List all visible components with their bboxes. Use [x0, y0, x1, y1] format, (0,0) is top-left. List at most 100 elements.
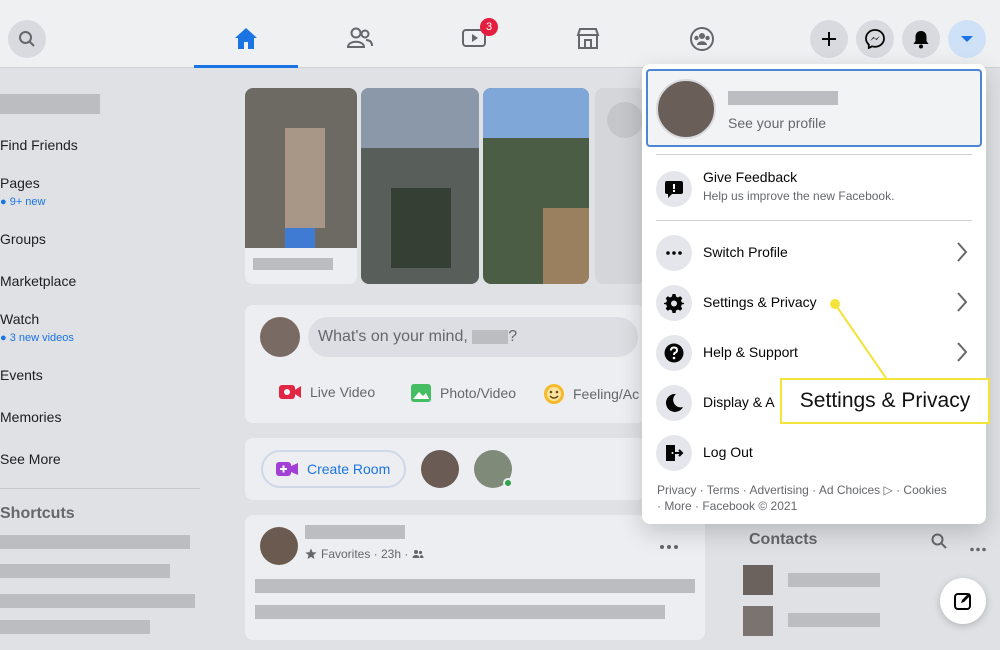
groups-icon — [690, 27, 714, 51]
log-out-label: Log Out — [703, 444, 753, 460]
sidebar-item-find-friends[interactable]: Find Friends — [0, 137, 78, 153]
tab-groups[interactable] — [650, 12, 754, 68]
shortcut-blurred[interactable] — [0, 620, 150, 634]
moon-icon — [665, 393, 683, 412]
give-feedback-item[interactable]: Give Feedback Help us improve the new Fa… — [656, 165, 972, 215]
feeling-label: Feeling/Ac — [573, 386, 640, 402]
story-image-detail — [361, 88, 479, 148]
sidebar-item-pages[interactable]: Pages — [0, 175, 40, 191]
story-name-blurred — [253, 258, 333, 270]
see-profile-label: See your profile — [728, 115, 827, 131]
contacts-heading: Contacts — [749, 531, 818, 548]
menu-footer-links[interactable]: Privacy · Terms · Advertising · Ad Choic… — [657, 482, 947, 514]
search-button[interactable] — [8, 20, 46, 58]
story-avatar — [607, 102, 643, 138]
feeling-button[interactable]: Feeling/Ac — [543, 383, 643, 405]
shortcut-blurred[interactable] — [0, 564, 170, 578]
help-icon — [664, 343, 684, 363]
composer-suffix: ? — [508, 328, 518, 345]
sidebar-item-groups[interactable]: Groups — [0, 231, 46, 247]
tab-watch[interactable]: 3 — [422, 12, 526, 68]
feedback-icon-wrap — [656, 171, 692, 207]
post-options-button[interactable] — [659, 537, 679, 555]
friends-icon — [346, 27, 373, 48]
tab-home[interactable] — [194, 12, 298, 68]
room-contact-avatar[interactable] — [421, 450, 459, 488]
menu-divider — [656, 220, 972, 221]
settings-privacy-item[interactable]: Settings & Privacy — [656, 281, 972, 325]
sidebar-item-marketplace[interactable]: Marketplace — [0, 273, 76, 289]
contacts-options-button[interactable] — [970, 539, 986, 557]
photo-video-button[interactable]: Photo/Video — [410, 383, 516, 403]
user-name-blurred — [472, 329, 509, 344]
shortcut-blurred[interactable] — [0, 594, 195, 608]
settings-privacy-callout: Settings & Privacy — [780, 378, 990, 424]
pages-new-count: 9+ new — [9, 196, 46, 208]
online-indicator — [503, 478, 513, 488]
switch-profile-item[interactable]: Switch Profile — [656, 231, 972, 275]
help-support-item[interactable]: Help & Support — [656, 331, 972, 375]
rooms-card: Create Room — [245, 438, 645, 500]
story-card[interactable] — [483, 88, 589, 284]
live-video-icon — [279, 385, 301, 399]
marketplace-icon — [576, 28, 600, 49]
contact-avatar[interactable] — [743, 565, 773, 595]
avatar[interactable] — [260, 317, 300, 357]
friends-audience-icon — [412, 550, 424, 558]
post-meta: Favorites · 23h · — [305, 547, 424, 561]
create-button[interactable] — [810, 20, 848, 58]
dots-icon — [970, 547, 986, 552]
switch-profile-label: Switch Profile — [703, 244, 788, 260]
settings-privacy-label: Settings & Privacy — [703, 294, 817, 310]
story-card[interactable] — [595, 88, 645, 284]
messenger-button[interactable] — [856, 20, 894, 58]
help-icon-wrap — [656, 335, 692, 371]
story-card[interactable] — [245, 88, 357, 284]
contacts-search-button[interactable] — [931, 533, 947, 554]
photo-video-label: Photo/Video — [440, 385, 517, 401]
footer-line-1: Privacy · Terms · Advertising · Ad Choic… — [657, 483, 947, 497]
messenger-icon — [865, 29, 885, 49]
gear-icon-wrap — [656, 285, 692, 321]
see-profile-row[interactable]: See your profile — [646, 69, 982, 147]
story-image-detail — [285, 228, 315, 248]
profile-name-blurred — [0, 94, 100, 114]
sidebar-item-events[interactable]: Events — [0, 367, 43, 383]
logout-icon-wrap — [656, 435, 692, 471]
notifications-button[interactable] — [902, 20, 940, 58]
contact-name-blurred[interactable] — [788, 573, 880, 587]
shortcut-blurred[interactable] — [0, 535, 190, 549]
shortcuts-heading: Shortcuts — [0, 505, 75, 522]
watch-new-videos: 3 new videos — [9, 332, 74, 344]
create-room-button[interactable]: Create Room — [261, 450, 406, 488]
story-image-detail — [391, 188, 451, 268]
log-out-item[interactable]: Log Out — [656, 431, 972, 475]
tab-friends[interactable] — [308, 12, 412, 68]
caret-down-icon — [961, 36, 973, 42]
sidebar-item-see-more[interactable]: See More — [0, 451, 61, 467]
contact-name-blurred[interactable] — [788, 613, 880, 627]
post-author-blurred[interactable] — [305, 525, 405, 539]
sidebar-item-memories[interactable]: Memories — [0, 409, 61, 425]
sidebar-item-watch[interactable]: Watch — [0, 311, 39, 327]
avatar[interactable] — [260, 527, 298, 565]
chevron-right-icon — [957, 292, 968, 312]
dots-icon — [660, 545, 678, 549]
compose-icon — [954, 593, 971, 610]
new-message-button[interactable] — [940, 578, 986, 624]
avatar — [656, 79, 716, 139]
video-plus-icon — [276, 462, 298, 476]
tab-marketplace[interactable] — [536, 12, 640, 68]
account-menu-button[interactable] — [948, 20, 986, 58]
watch-notification-badge: 3 — [480, 18, 498, 36]
story-card[interactable] — [361, 88, 479, 284]
contact-avatar[interactable] — [743, 606, 773, 636]
live-video-button[interactable]: Live Video — [278, 383, 375, 401]
composer-placeholder: What's on your mind, — [318, 328, 468, 345]
chevron-right-icon — [957, 242, 968, 262]
story-image-detail — [483, 88, 589, 138]
composer-input[interactable]: What's on your mind, ? — [308, 317, 638, 357]
display-label: Display & A — [703, 394, 775, 410]
help-support-label: Help & Support — [703, 344, 798, 360]
post-composer: What's on your mind, ? Live Video Photo/… — [245, 305, 645, 423]
